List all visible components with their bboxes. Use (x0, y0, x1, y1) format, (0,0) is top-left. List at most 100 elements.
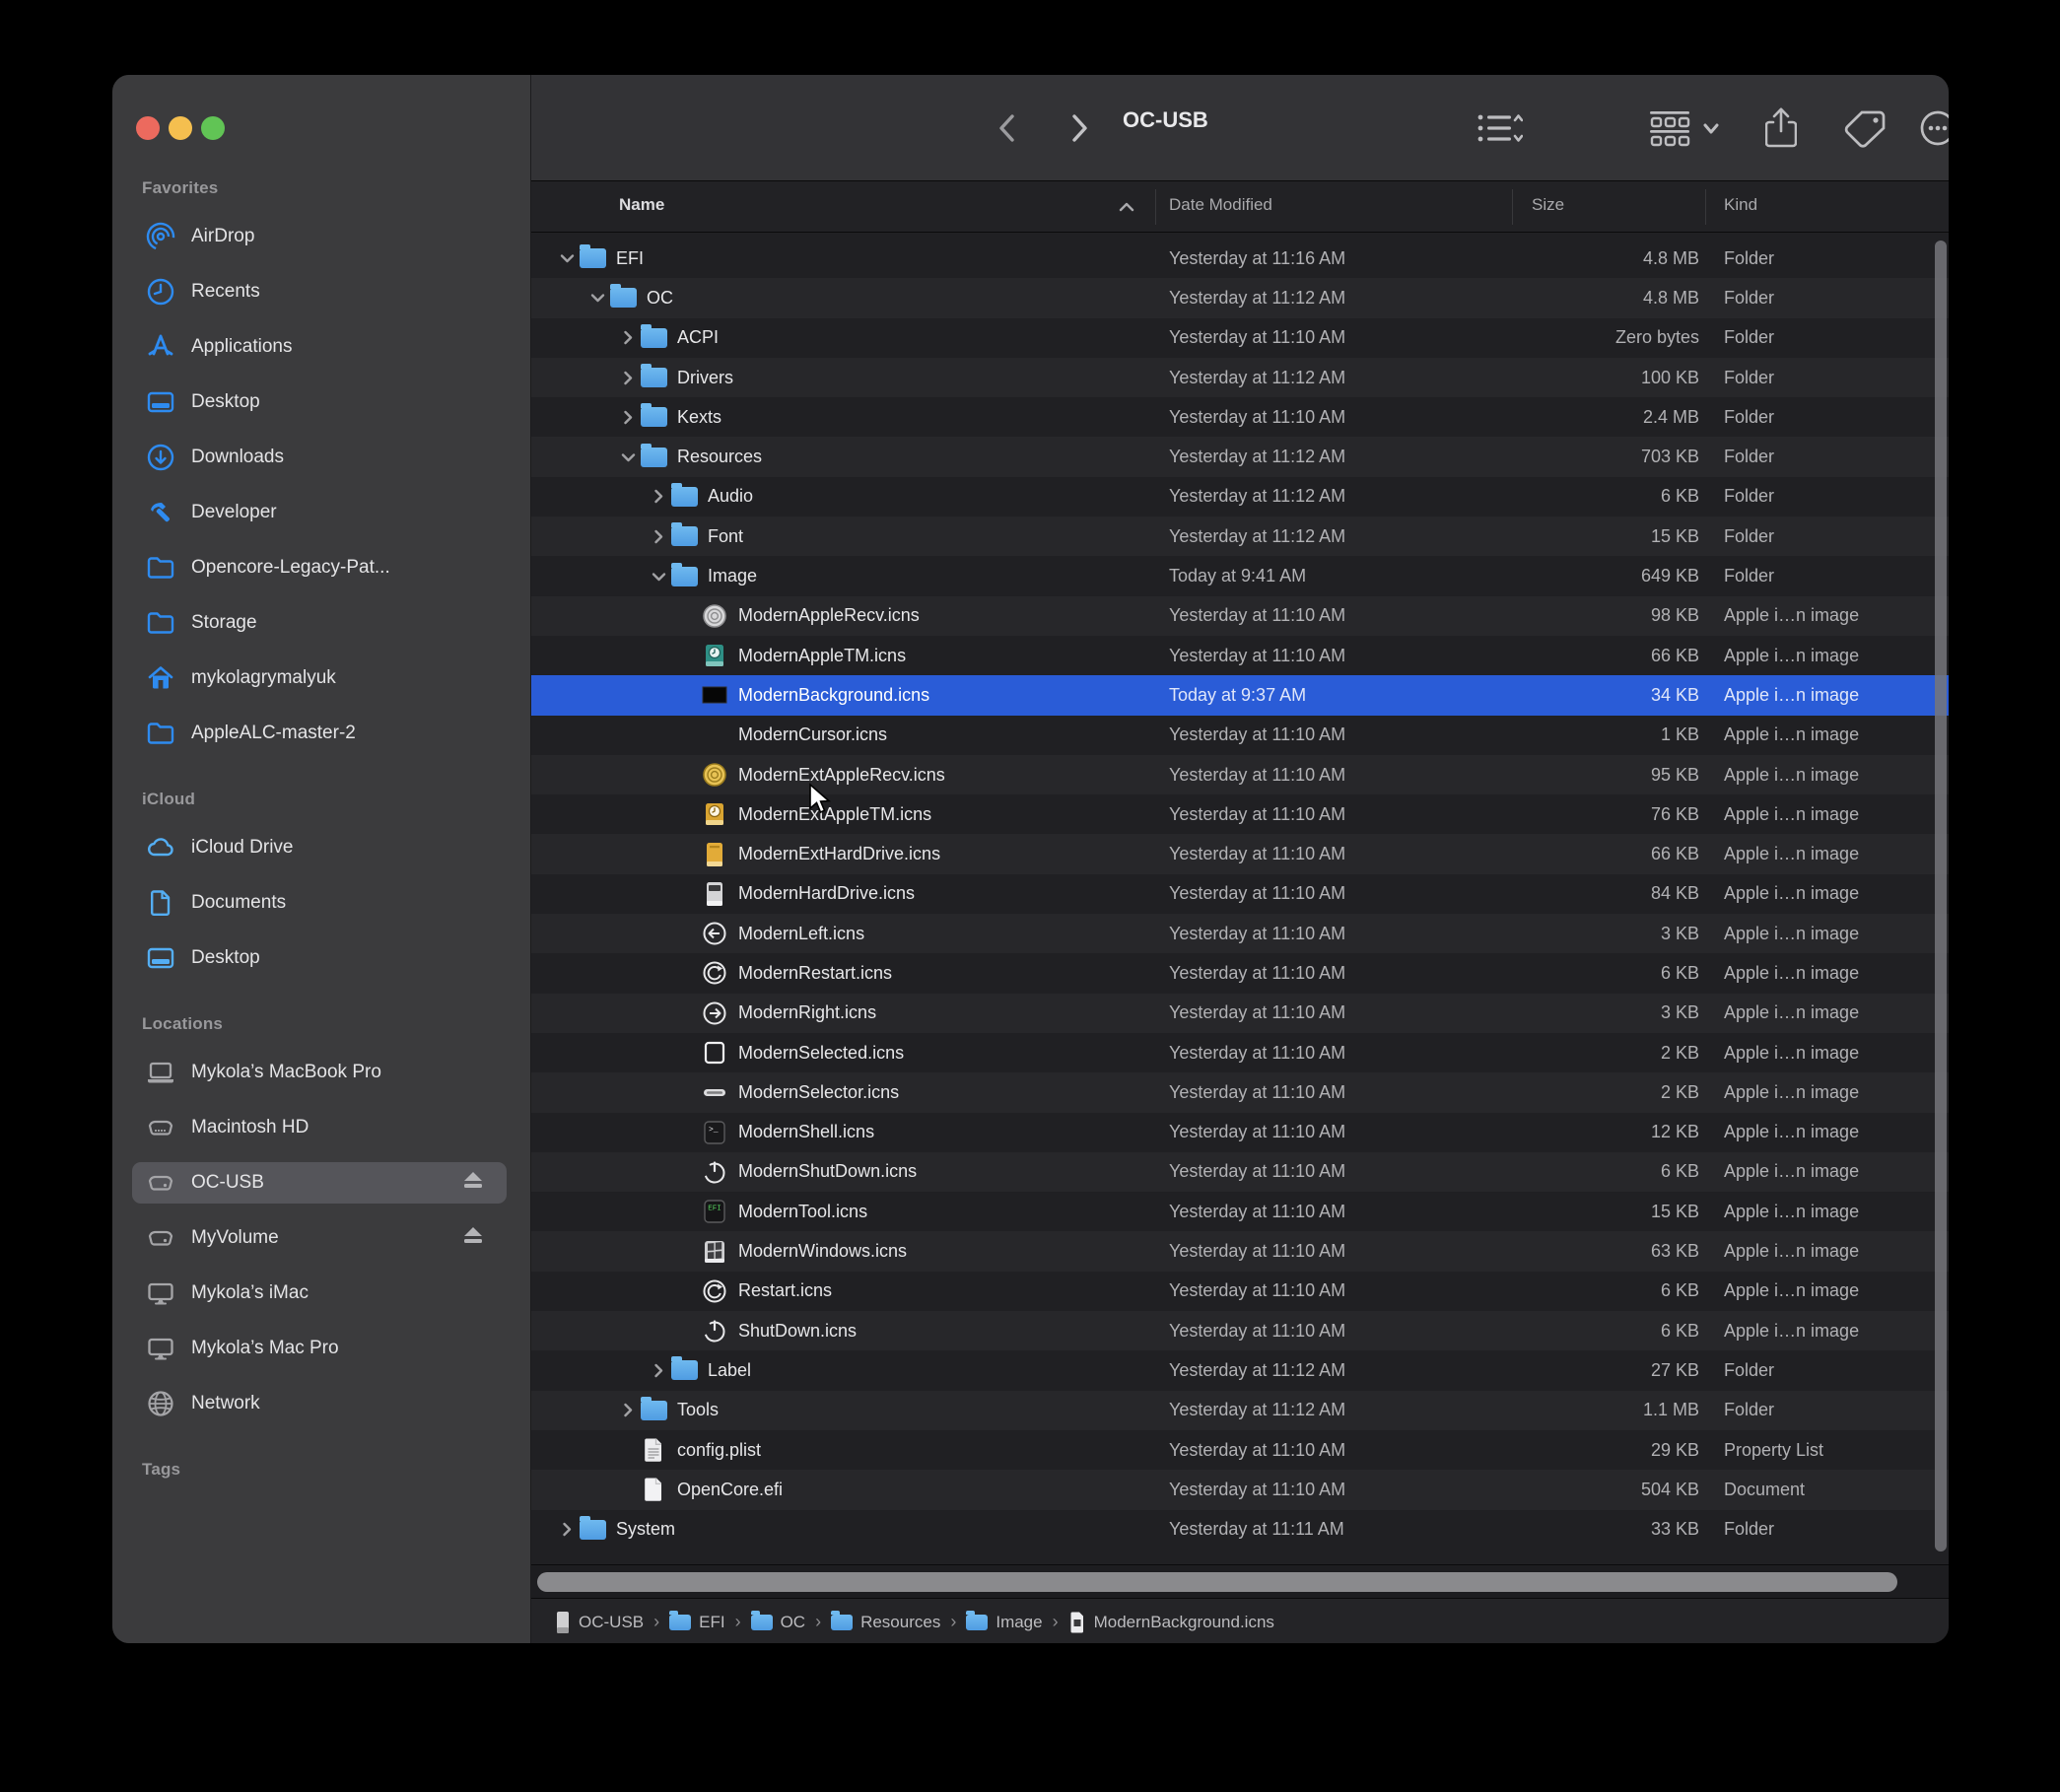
file-size: 95 KB (1502, 755, 1699, 794)
column-header-kind[interactable]: Kind (1724, 195, 1757, 215)
path-item-efi[interactable]: EFI (669, 1613, 724, 1632)
file-row-modernselected-icns[interactable]: ModernSelected.icnsYesterday at 11:10 AM… (531, 1033, 1950, 1072)
sidebar-item-label: Mykola’s iMac (191, 1282, 309, 1304)
file-row-modernrestart-icns[interactable]: ModernRestart.icnsYesterday at 11:10 AM6… (531, 953, 1950, 993)
file-row-shutdown-icns[interactable]: ShutDown.icnsYesterday at 11:10 AM6 KBAp… (531, 1311, 1950, 1350)
sidebar-item-mykola-s-macbook-pro[interactable]: Mykola’s MacBook Pro (132, 1052, 507, 1093)
file-row-modernright-icns[interactable]: ModernRight.icnsYesterday at 11:10 AM3 K… (531, 994, 1950, 1033)
vertical-scrollbar[interactable] (1935, 241, 1947, 1551)
tag-button[interactable] (1844, 104, 1886, 152)
file-row-audio[interactable]: AudioYesterday at 11:12 AM6 KBFolder (531, 477, 1950, 517)
list-view-button[interactable] (1477, 104, 1523, 152)
file-size: 100 KB (1502, 358, 1699, 397)
file-row-modernwindows-icns[interactable]: ModernWindows.icnsYesterday at 11:10 AM6… (531, 1231, 1950, 1271)
sidebar-item-developer[interactable]: Developer (132, 492, 507, 533)
file-row-drivers[interactable]: DriversYesterday at 11:12 AM100 KBFolder (531, 358, 1950, 397)
disclosure-triangle[interactable] (617, 410, 639, 425)
column-header-date[interactable]: Date Modified (1169, 195, 1272, 215)
path-item-oc[interactable]: OC (751, 1613, 806, 1632)
disclosure-triangle[interactable] (648, 529, 669, 544)
sidebar-item-mykolagrymalyuk[interactable]: mykolagrymalyuk (132, 657, 507, 699)
file-row-oc[interactable]: OCYesterday at 11:12 AM4.8 MBFolder (531, 278, 1950, 317)
file-row-modernbackground-icns[interactable]: ModernBackground.icnsToday at 9:37 AM34 … (531, 675, 1950, 715)
path-item-resources[interactable]: Resources (831, 1613, 940, 1632)
sidebar-item-oc-usb[interactable]: OC-USB (132, 1162, 507, 1204)
file-date-modified: Today at 9:41 AM (1169, 556, 1306, 595)
file-row-moderntool-icns[interactable]: EFIModernTool.icnsYesterday at 11:10 AM1… (531, 1192, 1950, 1231)
file-row-label[interactable]: LabelYesterday at 11:12 AM27 KBFolder (531, 1350, 1950, 1390)
sidebar-item-myvolume[interactable]: MyVolume (132, 1217, 507, 1259)
sidebar-item-recents[interactable]: Recents (132, 271, 507, 312)
disclosure-triangle[interactable] (648, 489, 669, 504)
file-row-modernharddrive-icns[interactable]: ModernHardDrive.icnsYesterday at 11:10 A… (531, 874, 1950, 914)
disclosure-triangle[interactable] (617, 452, 639, 462)
file-size: 66 KB (1502, 636, 1699, 675)
group-by-button[interactable] (1650, 104, 1721, 152)
folder-outline-icon (146, 553, 175, 583)
minimize-button[interactable] (169, 116, 192, 140)
file-row-modernleft-icns[interactable]: ModernLeft.icnsYesterday at 11:10 AM3 KB… (531, 914, 1950, 953)
sidebar-item-airdrop[interactable]: AirDrop (132, 216, 507, 257)
more-actions-button[interactable] (1919, 104, 1950, 152)
disclosure-triangle[interactable] (617, 371, 639, 385)
file-row-restart-icns[interactable]: Restart.icnsYesterday at 11:10 AM6 KBApp… (531, 1272, 1950, 1311)
disclosure-triangle[interactable] (556, 1522, 578, 1537)
column-header-size[interactable]: Size (1532, 195, 1564, 215)
file-row-modernextappletm-icns[interactable]: ModernExtAppleTM.icnsYesterday at 11:10 … (531, 794, 1950, 834)
path-item-oc-usb[interactable]: OC-USB (555, 1611, 644, 1634)
disclosure-triangle[interactable] (617, 330, 639, 345)
file-row-opencore-efi[interactable]: OpenCore.efiYesterday at 11:10 AM504 KBD… (531, 1470, 1950, 1509)
path-item-modernbackground-icns[interactable]: ModernBackground.icns (1068, 1611, 1274, 1634)
disclosure-triangle[interactable] (586, 293, 608, 303)
disclosure-triangle[interactable] (617, 1403, 639, 1417)
sidebar-item-icloud-drive[interactable]: iCloud Drive (132, 827, 507, 868)
file-row-modernselector-icns[interactable]: ModernSelector.icnsYesterday at 11:10 AM… (531, 1072, 1950, 1112)
file-row-modernshell-icns[interactable]: >_ModernShell.icnsYesterday at 11:10 AM1… (531, 1113, 1950, 1152)
file-row-efi[interactable]: EFIYesterday at 11:16 AM4.8 MBFolder (531, 239, 1950, 278)
sidebar-item-downloads[interactable]: Downloads (132, 437, 507, 478)
file-name: Label (708, 1360, 751, 1381)
file-row-image[interactable]: ImageToday at 9:41 AM649 KBFolder (531, 556, 1950, 595)
share-button[interactable] (1765, 104, 1797, 152)
sidebar-item-applealc-master-2[interactable]: AppleALC-master-2 (132, 713, 507, 754)
sidebar-item-documents[interactable]: Documents (132, 882, 507, 924)
file-row-tools[interactable]: ToolsYesterday at 11:12 AM1.1 MBFolder (531, 1391, 1950, 1430)
sidebar-item-network[interactable]: Network (132, 1383, 507, 1424)
file-row-modernapplerecv-icns[interactable]: ModernAppleRecv.icnsYesterday at 11:10 A… (531, 596, 1950, 636)
path-separator: › (815, 1612, 821, 1632)
sidebar-item-mykola-s-imac[interactable]: Mykola’s iMac (132, 1273, 507, 1314)
file-size: 76 KB (1502, 794, 1699, 834)
forward-button[interactable] (1060, 106, 1099, 150)
file-name: EFI (616, 248, 644, 269)
file-row-acpi[interactable]: ACPIYesterday at 11:10 AMZero bytesFolde… (531, 318, 1950, 358)
column-header-name[interactable]: Name (619, 195, 664, 215)
back-button[interactable] (987, 106, 1026, 150)
sidebar-item-mykola-s-mac-pro[interactable]: Mykola’s Mac Pro (132, 1328, 507, 1369)
file-row-modernappletm-icns[interactable]: ModernAppleTM.icnsYesterday at 11:10 AM6… (531, 636, 1950, 675)
file-row-moderncursor-icns[interactable]: ModernCursor.icnsYesterday at 11:10 AM1 … (531, 716, 1950, 755)
file-row-modernextapplerecv-icns[interactable]: ModernExtAppleRecv.icnsYesterday at 11:1… (531, 755, 1950, 794)
disclosure-triangle[interactable] (648, 1363, 669, 1378)
file-row-resources[interactable]: ResourcesYesterday at 11:12 AM703 KBFold… (531, 437, 1950, 476)
sidebar-item-macintosh-hd[interactable]: Macintosh HD (132, 1107, 507, 1148)
disclosure-triangle[interactable] (648, 572, 669, 582)
file-row-kexts[interactable]: KextsYesterday at 11:10 AM2.4 MBFolder (531, 397, 1950, 437)
file-row-modernshutdown-icns[interactable]: ModernShutDown.icnsYesterday at 11:10 AM… (531, 1152, 1950, 1192)
disclosure-triangle[interactable] (556, 253, 578, 263)
file-row-config-plist[interactable]: config.plistYesterday at 11:10 AM29 KBPr… (531, 1430, 1950, 1470)
sidebar-item-storage[interactable]: Storage (132, 602, 507, 644)
zoom-button[interactable] (201, 116, 225, 140)
eject-button[interactable] (461, 1169, 485, 1197)
eject-button[interactable] (461, 1224, 485, 1252)
file-row-system[interactable]: SystemYesterday at 11:11 AM33 KBFolder (531, 1510, 1950, 1550)
file-size: 2 KB (1502, 1072, 1699, 1112)
file-row-font[interactable]: FontYesterday at 11:12 AM15 KBFolder (531, 517, 1950, 556)
close-button[interactable] (136, 116, 160, 140)
sidebar-item-desktop[interactable]: Desktop (132, 381, 507, 423)
path-item-image[interactable]: Image (966, 1613, 1042, 1632)
horizontal-scrollbar[interactable] (537, 1572, 1897, 1592)
file-row-modernextharddrive-icns[interactable]: ModernExtHardDrive.icnsYesterday at 11:1… (531, 834, 1950, 873)
sidebar-item-desktop[interactable]: Desktop (132, 937, 507, 979)
sidebar-item-applications[interactable]: Applications (132, 326, 507, 368)
sidebar-item-opencore-legacy-pat-[interactable]: Opencore-Legacy-Pat... (132, 547, 507, 588)
